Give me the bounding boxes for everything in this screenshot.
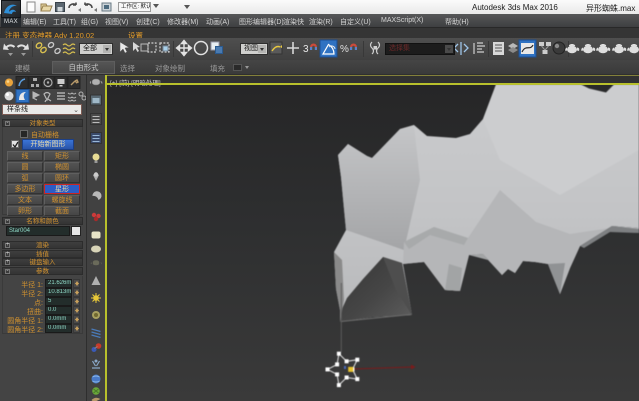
svg-text:%: % xyxy=(340,44,349,55)
svg-text:3: 3 xyxy=(303,44,309,55)
